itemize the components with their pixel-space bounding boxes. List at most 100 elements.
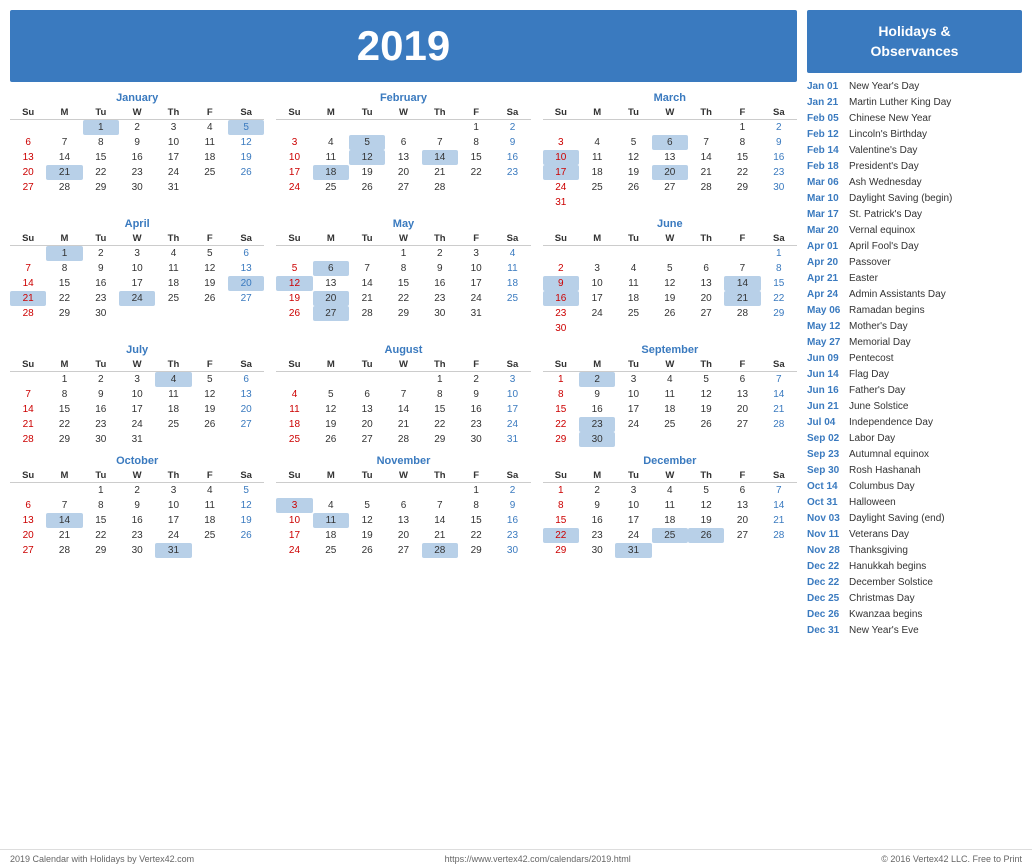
calendar-day: 14 xyxy=(422,513,458,528)
calendar-day: 31 xyxy=(458,306,494,321)
calendar-day: 16 xyxy=(422,276,458,291)
holiday-date: Jan 01 xyxy=(807,79,845,95)
calendar-day: 5 xyxy=(349,135,385,150)
holiday-name: Daylight Saving (end) xyxy=(849,511,945,527)
calendar-day: 27 xyxy=(10,180,46,195)
day-header: Sa xyxy=(228,358,264,372)
sidebar-header: Holidays &Observances xyxy=(807,10,1022,73)
calendar-day: 15 xyxy=(83,150,119,165)
calendar-day: 1 xyxy=(385,246,421,262)
calendar-day: 18 xyxy=(276,417,312,432)
day-header: Su xyxy=(543,232,579,246)
calendar-day: 4 xyxy=(652,372,688,388)
holiday-name: December Solstice xyxy=(849,575,933,591)
calendar-day: 13 xyxy=(313,276,349,291)
calendar-day: 9 xyxy=(494,498,530,513)
day-header: F xyxy=(724,469,760,483)
holiday-name: Labor Day xyxy=(849,431,895,447)
calendar-day: 25 xyxy=(652,417,688,432)
holiday-name: Thanksgiving xyxy=(849,543,908,559)
calendar-day: 7 xyxy=(385,387,421,402)
day-header: F xyxy=(192,358,228,372)
calendar-day: 8 xyxy=(83,135,119,150)
calendar-day: 11 xyxy=(313,150,349,165)
calendar-day: 28 xyxy=(385,432,421,447)
calendar-day: 26 xyxy=(615,180,651,195)
holiday-date: Dec 31 xyxy=(807,623,845,639)
calendar-day: 3 xyxy=(119,372,155,388)
calendar-day: 2 xyxy=(543,261,579,276)
holiday-name: Pentecost xyxy=(849,351,893,367)
calendar-day: 19 xyxy=(652,291,688,306)
calendar-day xyxy=(46,483,82,499)
calendar-day: 6 xyxy=(724,483,760,499)
calendar-day: 8 xyxy=(422,387,458,402)
calendar-day: 21 xyxy=(724,291,760,306)
calendar-day: 1 xyxy=(422,372,458,388)
calendar-day: 24 xyxy=(119,291,155,306)
holiday-item: Sep 23Autumnal equinox xyxy=(807,447,1022,463)
calendar-day xyxy=(761,195,797,210)
calendar-day xyxy=(761,321,797,336)
footer: 2019 Calendar with Holidays by Vertex42.… xyxy=(0,849,1032,868)
calendar-day: 17 xyxy=(494,402,530,417)
holiday-date: May 12 xyxy=(807,319,845,335)
month-title: October xyxy=(10,455,264,467)
calendar-day xyxy=(192,543,228,558)
calendar-day: 28 xyxy=(422,543,458,558)
day-header: W xyxy=(119,469,155,483)
calendar-day: 4 xyxy=(615,261,651,276)
calendar-day: 10 xyxy=(155,135,191,150)
calendar-day: 20 xyxy=(385,165,421,180)
calendar-day: 29 xyxy=(543,432,579,447)
calendar-day: 25 xyxy=(276,432,312,447)
calendar-day: 5 xyxy=(688,372,724,388)
holiday-date: Sep 02 xyxy=(807,431,845,447)
calendar-day: 7 xyxy=(761,483,797,499)
month-title: April xyxy=(10,218,264,230)
calendar-day: 19 xyxy=(688,513,724,528)
calendar-day xyxy=(313,483,349,499)
calendar-day: 12 xyxy=(688,498,724,513)
month-block-december: DecemberSuMTuWThFSa123456789101112131415… xyxy=(543,455,797,558)
month-table: SuMTuWThFSa12345678910111213141516171819… xyxy=(543,106,797,210)
calendar-day: 19 xyxy=(192,402,228,417)
holiday-name: Christmas Day xyxy=(849,591,915,607)
calendar-day xyxy=(652,120,688,136)
calendar-day: 25 xyxy=(615,306,651,321)
day-header: Th xyxy=(688,469,724,483)
calendar-day: 12 xyxy=(688,387,724,402)
calendar-day: 24 xyxy=(119,417,155,432)
calendar-day: 28 xyxy=(724,306,760,321)
calendar-day: 9 xyxy=(543,276,579,291)
day-header: M xyxy=(313,232,349,246)
calendar-day: 25 xyxy=(192,165,228,180)
calendar-day: 26 xyxy=(349,180,385,195)
holiday-name: Father's Day xyxy=(849,383,905,399)
holiday-date: Feb 05 xyxy=(807,111,845,127)
calendar-day xyxy=(458,180,494,195)
calendar-day xyxy=(494,306,530,321)
calendar-day: 27 xyxy=(652,180,688,195)
calendar-day: 7 xyxy=(46,135,82,150)
holiday-name: New Year's Eve xyxy=(849,623,919,639)
holiday-name: Admin Assistants Day xyxy=(849,287,946,303)
month-title: June xyxy=(543,218,797,230)
calendar-day xyxy=(494,180,530,195)
calendar-day: 17 xyxy=(276,165,312,180)
day-header: M xyxy=(313,358,349,372)
holiday-date: Dec 25 xyxy=(807,591,845,607)
calendar-day: 11 xyxy=(579,150,615,165)
month-table: SuMTuWThFSa12345678910111213141516171819… xyxy=(276,358,530,447)
calendar-day: 20 xyxy=(688,291,724,306)
holiday-item: Dec 26Kwanzaa begins xyxy=(807,607,1022,623)
calendar-day xyxy=(543,120,579,136)
calendar-day: 17 xyxy=(119,402,155,417)
day-header: M xyxy=(46,469,82,483)
holiday-date: Mar 17 xyxy=(807,207,845,223)
month-title: August xyxy=(276,344,530,356)
calendar-day: 23 xyxy=(458,417,494,432)
calendar-day: 17 xyxy=(155,513,191,528)
day-header: W xyxy=(385,232,421,246)
calendar-day: 7 xyxy=(10,261,46,276)
